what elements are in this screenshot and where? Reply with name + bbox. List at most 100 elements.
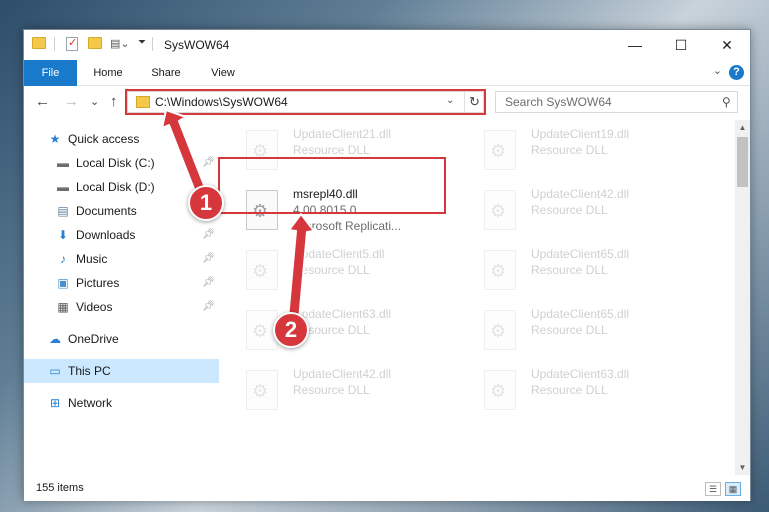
file-name: UpdateClient42.dll — [531, 187, 630, 201]
sidebar-item-videos[interactable]: ▦ Videos 📌︎ — [24, 295, 219, 319]
item-count: 155 items — [36, 482, 84, 494]
dll-file-icon — [484, 370, 516, 410]
file-highlight-box — [218, 157, 446, 214]
pin-icon[interactable]: 📌︎ — [202, 223, 215, 247]
file-item[interactable]: UpdateClient42.dll Resource DLL — [484, 185, 704, 239]
tab-view[interactable]: View — [198, 60, 248, 86]
sidebar-item-onedrive[interactable]: ☁ OneDrive — [24, 327, 219, 351]
step-1-badge: 1 — [188, 185, 224, 221]
navigation-bar: ← → ⌄ ↑ C:\Windows\SysWOW64 ⌄ ↻ Search S… — [24, 87, 750, 117]
file-name: UpdateClient5.dll — [293, 247, 385, 261]
dll-file-icon — [246, 370, 278, 410]
file-type: Resource DLL — [293, 383, 370, 397]
tab-home[interactable]: Home — [82, 60, 134, 86]
details-view-icon[interactable]: ☰ — [705, 482, 721, 496]
sidebar-item-label: Documents — [76, 204, 137, 218]
sidebar-item-downloads[interactable]: ⬇ Downloads 📌︎ — [24, 223, 219, 247]
network-icon: ⊞ — [49, 396, 61, 410]
sidebar-item-music[interactable]: ♪ Music 📌︎ — [24, 247, 219, 271]
drive-icon: ▬ — [57, 180, 69, 194]
videos-icon: ▦ — [57, 300, 69, 314]
search-box[interactable]: Search SysWOW64 ⚲ — [495, 91, 738, 113]
download-icon: ⬇ — [57, 228, 69, 242]
new-folder-icon[interactable] — [88, 37, 102, 49]
star-icon: ★ — [49, 132, 61, 146]
properties-icon[interactable] — [66, 36, 78, 51]
help-icon[interactable]: ? — [729, 65, 744, 80]
forward-arrow-icon[interactable]: → — [64, 92, 79, 112]
pin-icon[interactable]: 📌︎ — [202, 295, 215, 319]
minimize-button[interactable]: — — [612, 30, 658, 60]
close-button[interactable]: ✕ — [704, 30, 750, 60]
dll-file-icon — [484, 130, 516, 170]
sidebar-item-pictures[interactable]: ▣ Pictures 📌︎ — [24, 271, 219, 295]
pin-icon[interactable]: 📌︎ — [202, 151, 215, 175]
pin-icon[interactable]: 📌︎ — [202, 247, 215, 271]
up-arrow-icon[interactable]: ↑ — [110, 92, 118, 112]
file-item[interactable]: UpdateClient42.dll Resource DLL — [246, 365, 466, 419]
sidebar-item-label: Local Disk (D:) — [76, 180, 155, 194]
file-name: UpdateClient65.dll — [531, 307, 630, 321]
dll-file-icon — [484, 250, 516, 290]
cloud-icon: ☁ — [49, 332, 61, 346]
sidebar-item-local-disk-c[interactable]: ▬ Local Disk (C:) 📌︎ — [24, 151, 219, 175]
drive-icon: ▬ — [57, 156, 69, 170]
vertical-scrollbar[interactable]: ▲ ▼ — [735, 120, 750, 475]
sidebar-item-label: Network — [68, 396, 113, 410]
file-name: UpdateClient63.dll — [531, 367, 630, 381]
file-name: UpdateClient21.dll — [293, 127, 392, 141]
quick-access-separator — [54, 37, 55, 51]
file-description: Microsoft Replicati... — [293, 219, 402, 233]
customize-toolbar-icon[interactable]: ⏷ — [138, 37, 146, 48]
recent-locations-chevron-icon[interactable]: ⌄ — [90, 92, 99, 112]
sidebar-item-label: Pictures — [76, 276, 120, 290]
file-item[interactable]: UpdateClient5.dll Resource DLL — [246, 245, 466, 299]
sidebar-item-label: OneDrive — [68, 332, 119, 346]
back-arrow-icon[interactable]: ← — [35, 92, 50, 112]
file-item[interactable]: UpdateClient65.dll Resource DLL — [484, 305, 704, 359]
file-type: Resource DLL — [531, 323, 608, 337]
sidebar-item-label: Music — [76, 252, 108, 266]
sidebar-item-network[interactable]: ⊞ Network — [24, 391, 219, 415]
expand-ribbon-chevron-icon[interactable]: ⌄ — [713, 64, 722, 77]
pin-icon[interactable]: 📌︎ — [202, 271, 215, 295]
file-item[interactable]: UpdateClient19.dll Resource DLL — [484, 125, 704, 179]
sidebar-item-label: This PC — [68, 364, 111, 378]
dll-file-icon — [246, 250, 278, 290]
ribbon-tabs: File Home Share View ⌄ ? — [24, 60, 750, 86]
search-placeholder[interactable]: Search SysWOW64 — [505, 95, 612, 109]
computer-icon: ▭ — [49, 364, 61, 378]
file-name: UpdateClient19.dll — [531, 127, 630, 141]
file-type: Resource DLL — [293, 143, 370, 157]
scroll-thumb[interactable] — [737, 137, 748, 187]
file-type: Resource DLL — [293, 263, 370, 277]
navigation-pane: ★ Quick access ▬ Local Disk (C:) 📌︎ ▬ Lo… — [24, 120, 219, 460]
sidebar-item-label: Videos — [76, 300, 113, 314]
dll-file-icon — [484, 190, 516, 230]
tab-share[interactable]: Share — [140, 60, 192, 86]
search-icon[interactable]: ⚲ — [722, 95, 731, 109]
music-icon: ♪ — [60, 252, 66, 266]
sidebar-item-label: Downloads — [76, 228, 136, 242]
file-name: UpdateClient42.dll — [293, 367, 392, 381]
sidebar-item-quick-access[interactable]: ★ Quick access — [24, 127, 219, 151]
file-type: Resource DLL — [531, 383, 608, 397]
sidebar-item-this-pc[interactable]: ▭ This PC — [24, 359, 219, 383]
scroll-up-icon[interactable]: ▲ — [735, 120, 750, 135]
title-bar: ▤⌄ ⏷ SysWOW64 — ☐ ✕ — [24, 30, 750, 60]
file-name: UpdateClient63.dll — [293, 307, 392, 321]
file-item[interactable]: UpdateClient65.dll Resource DLL — [484, 245, 704, 299]
tab-file[interactable]: File — [24, 60, 77, 86]
window-title: SysWOW64 — [164, 38, 230, 52]
file-name: UpdateClient65.dll — [531, 247, 630, 261]
scroll-down-icon[interactable]: ▼ — [735, 460, 750, 475]
file-item[interactable]: UpdateClient63.dll Resource DLL — [484, 365, 704, 419]
large-icons-view-icon[interactable]: ▦ — [725, 482, 741, 496]
view-options-icon[interactable]: ▤⌄ — [110, 37, 130, 50]
file-type: Resource DLL — [531, 263, 608, 277]
maximize-button[interactable]: ☐ — [658, 30, 704, 60]
quick-access-folder-icon[interactable] — [32, 37, 46, 49]
file-explorer-window: ▤⌄ ⏷ SysWOW64 — ☐ ✕ File Home Share View… — [23, 29, 751, 501]
step-2-badge: 2 — [273, 312, 309, 348]
sidebar-item-label: Quick access — [68, 132, 140, 146]
